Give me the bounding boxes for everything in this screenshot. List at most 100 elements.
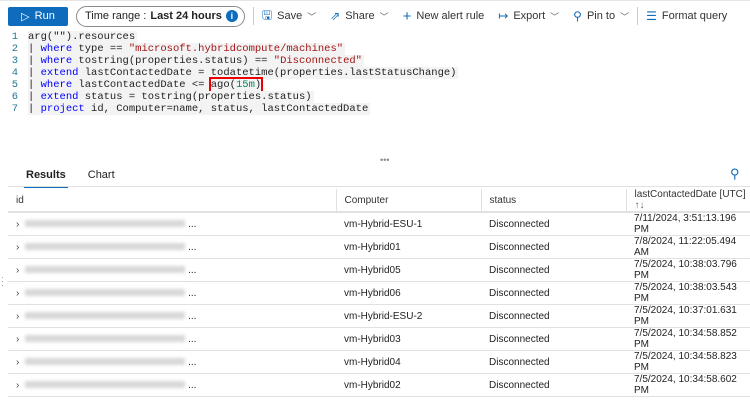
date-cell: 7/5/2024, 10:34:58.823 PM [626,350,750,374]
id-cell: › ... [8,281,336,305]
table-row[interactable]: › ... vm-Hybrid04 Disconnected 7/5/2024,… [8,350,750,374]
share-button[interactable]: ⇗ Share ﹀ [330,9,388,23]
status-cell: Disconnected [481,373,626,397]
toolbar: ▷ Run Time range : Last 24 hours i 🖫 Save ﹀ ⇗… [0,0,750,31]
chevron-down-icon: ﹀ [550,11,560,22]
table-row[interactable]: › ... vm-Hybrid06 Disconnected 7/5/2024,… [8,281,750,305]
export-button[interactable]: ↦ Export ﹀ [498,9,559,23]
chevron-right-icon[interactable]: › [16,334,19,345]
result-tabs: Results Chart [24,165,117,188]
chevron-down-icon: ﹀ [620,11,630,22]
id-cell: › ... [8,258,336,282]
chevron-right-icon[interactable]: › [16,380,19,391]
column-header-computer[interactable]: Computer [335,189,481,213]
computer-cell: vm-Hybrid01 [336,235,481,259]
id-cell: › ... [8,350,336,374]
id-cell: › ... [8,304,336,328]
save-icon: 🖫 [261,7,273,22]
divider [8,186,750,187]
date-cell: 7/5/2024, 10:38:03.796 PM [626,258,750,282]
code-line: 4 | extend lastContactedDate = todatetime… [11,67,459,79]
divider [637,7,639,25]
format-query-button[interactable]: ☰ Format query [646,9,727,23]
chevron-right-icon[interactable]: › [16,311,19,322]
date-cell: 7/5/2024, 10:37:01.631 PM [626,304,750,328]
divider [252,7,254,25]
code-line: 6 | extend status = tostring(properties.s… [11,91,314,103]
computer-cell: vm-Hybrid03 [336,327,481,351]
pane-splitter-handle[interactable]: ••• [380,155,389,165]
side-panel-handle[interactable]: · · · [1,274,4,290]
computer-cell: vm-Hybrid04 [336,350,481,374]
save-button[interactable]: 🖫 Save ﹀ [262,6,316,27]
sort-icon[interactable]: ↑↓ [635,200,645,211]
chevron-down-icon: ﹀ [307,11,317,22]
pin-to-button[interactable]: ⚲ Pin to ﹀ [573,9,629,23]
new-alert-rule-button[interactable]: + New alert rule [403,8,485,25]
info-icon: i [225,10,238,22]
code-line: 1 arg("").resources [11,31,138,43]
code-line-2: | where type == "microsoft.hybridcompute… [28,43,346,55]
chevron-right-icon[interactable]: › [16,288,19,299]
status-cell: Disconnected [481,304,626,328]
table-row[interactable]: › ... vm-Hybrid01 Disconnected 7/8/2024,… [8,235,750,259]
redacted-id [25,266,186,274]
table-row[interactable]: › ... vm-Hybrid05 Disconnected 7/5/2024,… [8,258,750,282]
computer-cell: vm-Hybrid06 [336,281,481,305]
redacted-id [25,358,186,366]
search-icon[interactable]: ⚲ [730,166,740,182]
redacted-id [25,220,186,228]
play-icon: ▷ [21,10,30,23]
status-cell: Disconnected [481,235,626,259]
table-row[interactable]: › ... vm-Hybrid-ESU-2 Disconnected 7/5/2… [8,304,750,328]
time-range-picker[interactable]: Time range : Last 24 hours i [76,5,245,27]
code-line: 7 | project id, Computer=name, status, la… [11,103,371,115]
date-cell: 7/8/2024, 11:22:05.494 AM [626,235,750,259]
chevron-right-icon[interactable]: › [16,357,19,368]
status-cell: Disconnected [481,258,626,282]
table-row[interactable]: › ... vm-Hybrid-ESU-1 Disconnected 7/11/… [8,212,750,236]
export-icon: ↦ [498,9,509,23]
column-header-status[interactable]: status [480,189,626,213]
table-row[interactable]: › ... vm-Hybrid03 Disconnected 7/5/2024,… [8,327,750,351]
run-button[interactable]: ▷ Run [8,6,68,26]
query-editor[interactable]: 1 arg("").resources 2 | where type == "mic… [0,31,750,116]
date-cell: 7/5/2024, 10:34:58.602 PM [626,373,750,397]
tab-chart[interactable]: Chart [86,165,117,188]
code-line: 5 | where lastContactedDate <= ago(15m) [11,77,264,93]
redacted-id [25,335,186,343]
column-header-id[interactable]: id [8,189,336,213]
date-cell: 7/11/2024, 3:51:13.196 PM [626,212,750,236]
share-icon: ⇗ [330,9,341,23]
computer-cell: vm-Hybrid05 [336,258,481,282]
id-cell: › ... [8,212,336,236]
status-cell: Disconnected [481,212,626,236]
table-row[interactable]: › ... vm-Hybrid02 Disconnected 7/5/2024,… [8,373,750,397]
date-cell: 7/5/2024, 10:38:03.543 PM [626,281,750,305]
date-cell: 7/5/2024, 10:34:58.852 PM [626,327,750,351]
redacted-id [25,289,186,297]
code-line: 3 | where tostring(properties.status) == … [11,55,364,67]
chevron-right-icon[interactable]: › [16,242,19,253]
id-cell: › ... [8,235,336,259]
chevron-right-icon[interactable]: › [16,219,19,230]
id-cell: › ... [8,327,336,351]
redacted-id [25,312,186,320]
computer-cell: vm-Hybrid-ESU-2 [336,304,481,328]
column-header-lastcontacteddate[interactable]: lastContactedDate [UTC] ↑↓ [625,189,750,213]
status-cell: Disconnected [481,281,626,305]
results-table: id Computer status lastContactedDate [UT… [8,189,750,397]
code-line: 2 | where type == "microsoft.hybridcomput… [11,43,346,55]
chevron-right-icon[interactable]: › [16,265,19,276]
pin-icon: ⚲ [573,9,582,23]
id-cell: › ... [8,373,336,397]
plus-icon: + [402,7,412,25]
chevron-down-icon: ﹀ [379,11,389,22]
redacted-id [25,381,186,389]
computer-cell: vm-Hybrid02 [336,373,481,397]
status-cell: Disconnected [481,350,626,374]
status-cell: Disconnected [481,327,626,351]
redacted-id [25,243,186,251]
tab-results[interactable]: Results [24,165,68,188]
computer-cell: vm-Hybrid-ESU-1 [336,212,481,236]
